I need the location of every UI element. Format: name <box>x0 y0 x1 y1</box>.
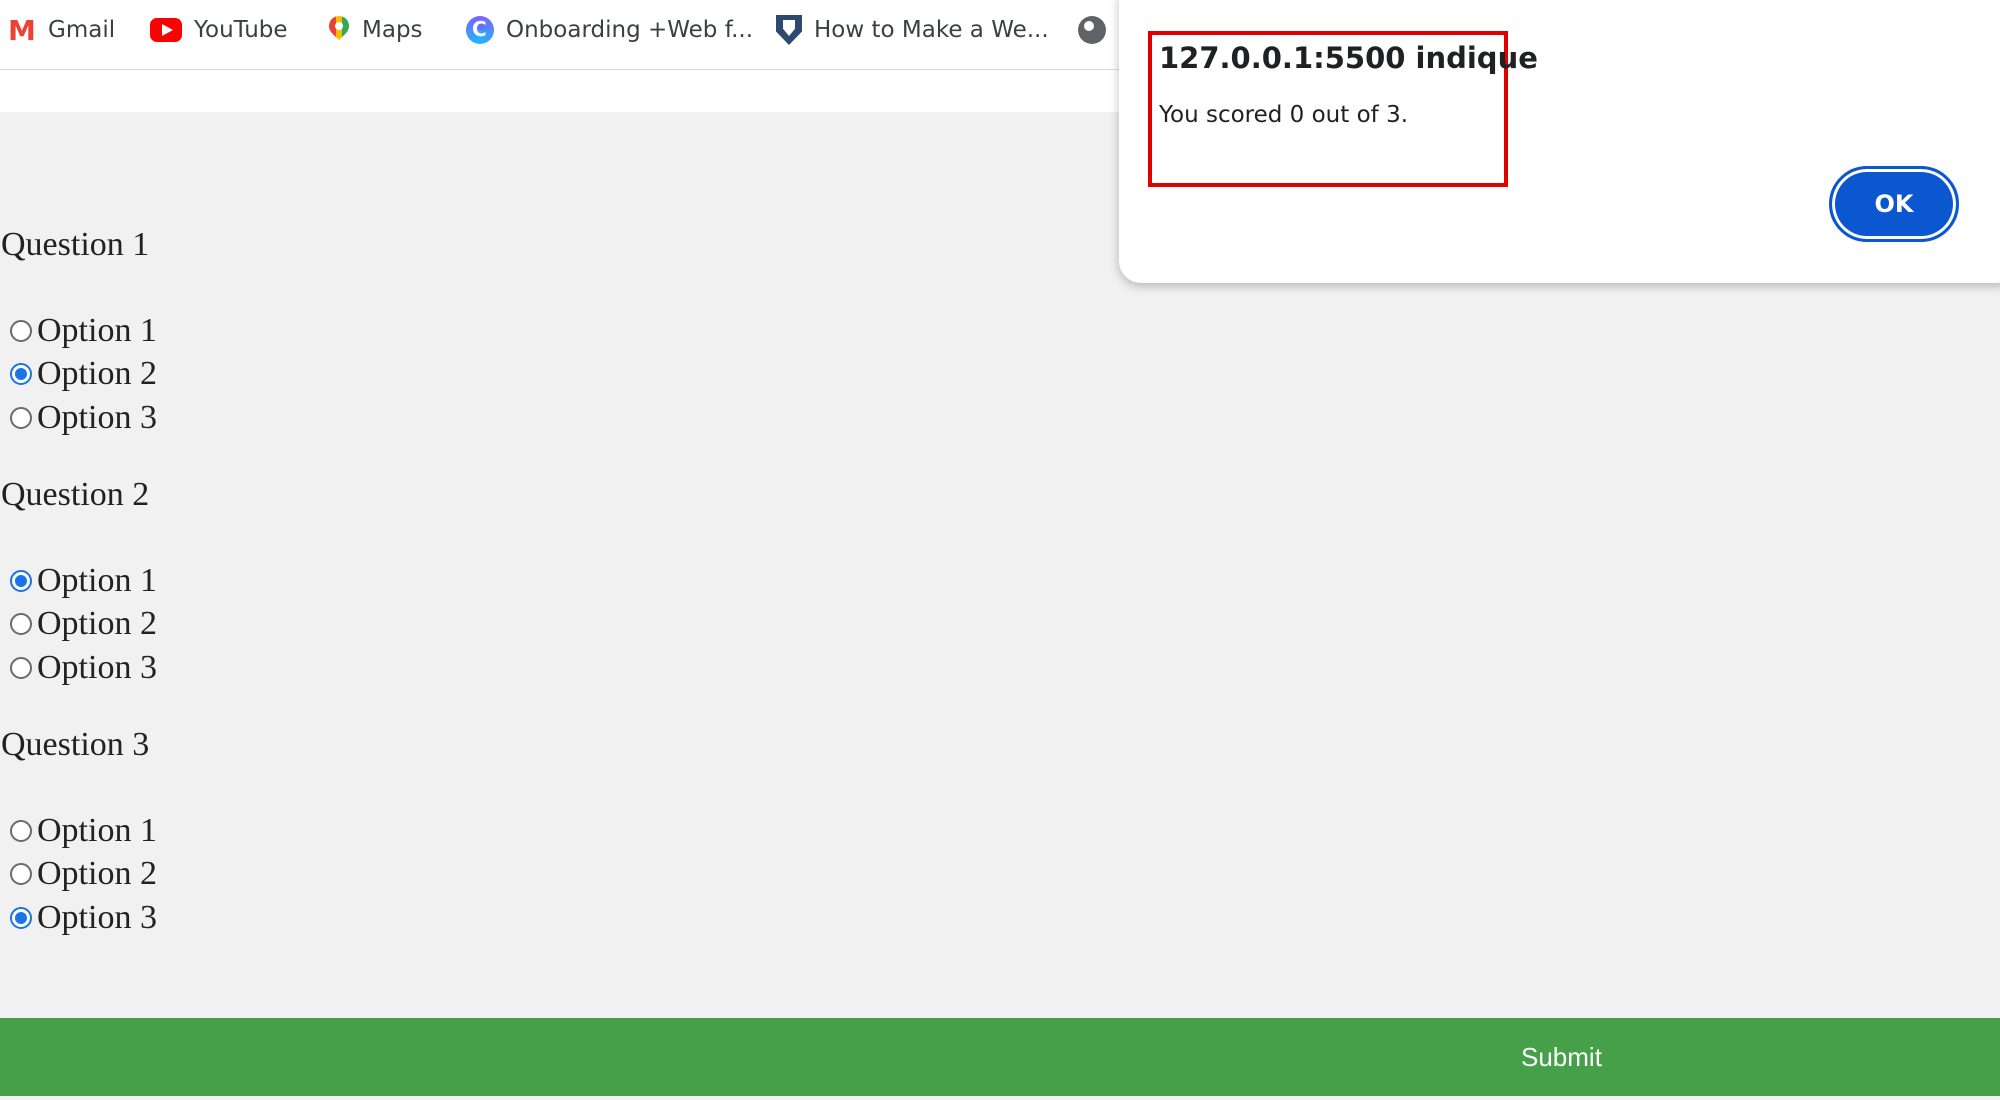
youtube-icon <box>150 18 182 42</box>
q3-option-3[interactable]: Option 3 <box>10 898 157 938</box>
bookmark-globe[interactable] <box>1078 8 1118 52</box>
radio-button[interactable] <box>10 613 32 635</box>
question-2-title: Question 2 <box>1 476 150 513</box>
bookmark-label: Onboarding +Web f... <box>506 17 754 43</box>
maps-pin-icon <box>328 16 350 44</box>
submit-label: Submit <box>1521 1042 1602 1072</box>
bookmark-onboarding[interactable]: Onboarding +Web f... <box>466 8 753 52</box>
radio-button-selected[interactable] <box>10 907 32 929</box>
bookmark-gmail[interactable]: Gmail <box>8 8 115 52</box>
dialog-message: You scored 0 out of 3. <box>1159 102 1409 128</box>
q1-option-3[interactable]: Option 3 <box>10 398 157 438</box>
radio-button[interactable] <box>10 320 32 342</box>
option-label: Option 3 <box>37 649 157 686</box>
radio-button-selected[interactable] <box>10 363 32 385</box>
option-label: Option 3 <box>37 899 157 936</box>
option-label: Option 3 <box>37 399 157 436</box>
option-label: Option 1 <box>37 812 157 849</box>
option-label: Option 1 <box>37 312 157 349</box>
q2-option-2[interactable]: Option 2 <box>10 604 157 644</box>
shield-icon <box>776 15 802 45</box>
bookmark-label: Maps <box>362 17 423 43</box>
radio-button[interactable] <box>10 820 32 842</box>
q1-option-1[interactable]: Option 1 <box>10 311 157 351</box>
radio-button[interactable] <box>10 407 32 429</box>
q1-option-2[interactable]: Option 2 <box>10 354 157 394</box>
option-label: Option 2 <box>37 355 157 392</box>
q3-option-1[interactable]: Option 1 <box>10 811 157 851</box>
question-1-title: Question 1 <box>1 226 150 263</box>
question-3-title: Question 3 <box>1 726 150 763</box>
radio-button-selected[interactable] <box>10 570 32 592</box>
q2-option-3[interactable]: Option 3 <box>10 648 157 688</box>
alert-dialog: 127.0.0.1:5500 indique You scored 0 out … <box>1119 0 2000 283</box>
bookmark-label: YouTube <box>194 17 288 43</box>
bookmark-label: Gmail <box>48 17 116 43</box>
ok-button[interactable]: OK <box>1829 166 1959 242</box>
submit-button[interactable]: Submit <box>0 1018 2000 1096</box>
dialog-title: 127.0.0.1:5500 indique <box>1159 41 1538 75</box>
q3-option-2[interactable]: Option 2 <box>10 854 157 894</box>
globe-icon <box>1078 16 1106 44</box>
bookmark-label: How to Make a We... <box>814 17 1049 43</box>
onboarding-icon <box>466 16 494 44</box>
bookmark-maps[interactable]: Maps <box>328 8 423 52</box>
radio-button[interactable] <box>10 657 32 679</box>
gmail-icon <box>8 14 36 47</box>
option-label: Option 2 <box>37 605 157 642</box>
option-label: Option 2 <box>37 855 157 892</box>
radio-button[interactable] <box>10 863 32 885</box>
bookmark-youtube[interactable]: YouTube <box>150 8 288 52</box>
q2-option-1[interactable]: Option 1 <box>10 561 157 601</box>
option-label: Option 1 <box>37 562 157 599</box>
bookmark-how-to-make[interactable]: How to Make a We... <box>776 8 1049 52</box>
